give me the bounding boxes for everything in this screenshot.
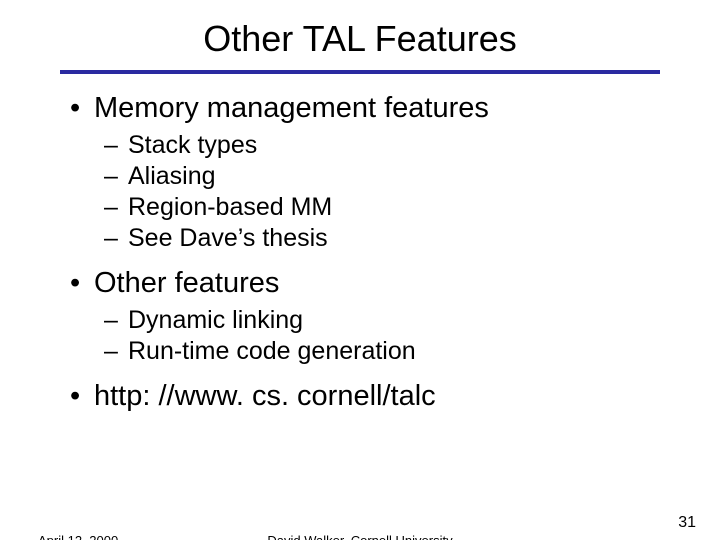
slide: Other TAL Features Memory management fea… — [0, 18, 720, 540]
title-rule — [60, 70, 660, 74]
section-1: Other features Dynamic linking Run-time … — [70, 267, 680, 366]
sub-bullet: Stack types — [70, 131, 680, 160]
section-heading: Other features — [70, 267, 680, 300]
footer-author: David Walker, Cornell University — [0, 533, 720, 540]
section-heading: http: //www. cs. cornell/talc — [70, 380, 680, 413]
sub-bullet: See Dave’s thesis — [70, 224, 680, 253]
section-2: http: //www. cs. cornell/talc — [70, 380, 680, 413]
sub-bullet: Aliasing — [70, 162, 680, 191]
sub-bullet: Run-time code generation — [70, 337, 680, 366]
section-0: Memory management features Stack types A… — [70, 92, 680, 253]
page-number: 31 — [678, 514, 696, 532]
slide-content: Memory management features Stack types A… — [0, 92, 720, 413]
sub-bullet: Dynamic linking — [70, 306, 680, 335]
sub-bullet: Region-based MM — [70, 193, 680, 222]
section-heading: Memory management features — [70, 92, 680, 125]
slide-title: Other TAL Features — [0, 18, 720, 60]
